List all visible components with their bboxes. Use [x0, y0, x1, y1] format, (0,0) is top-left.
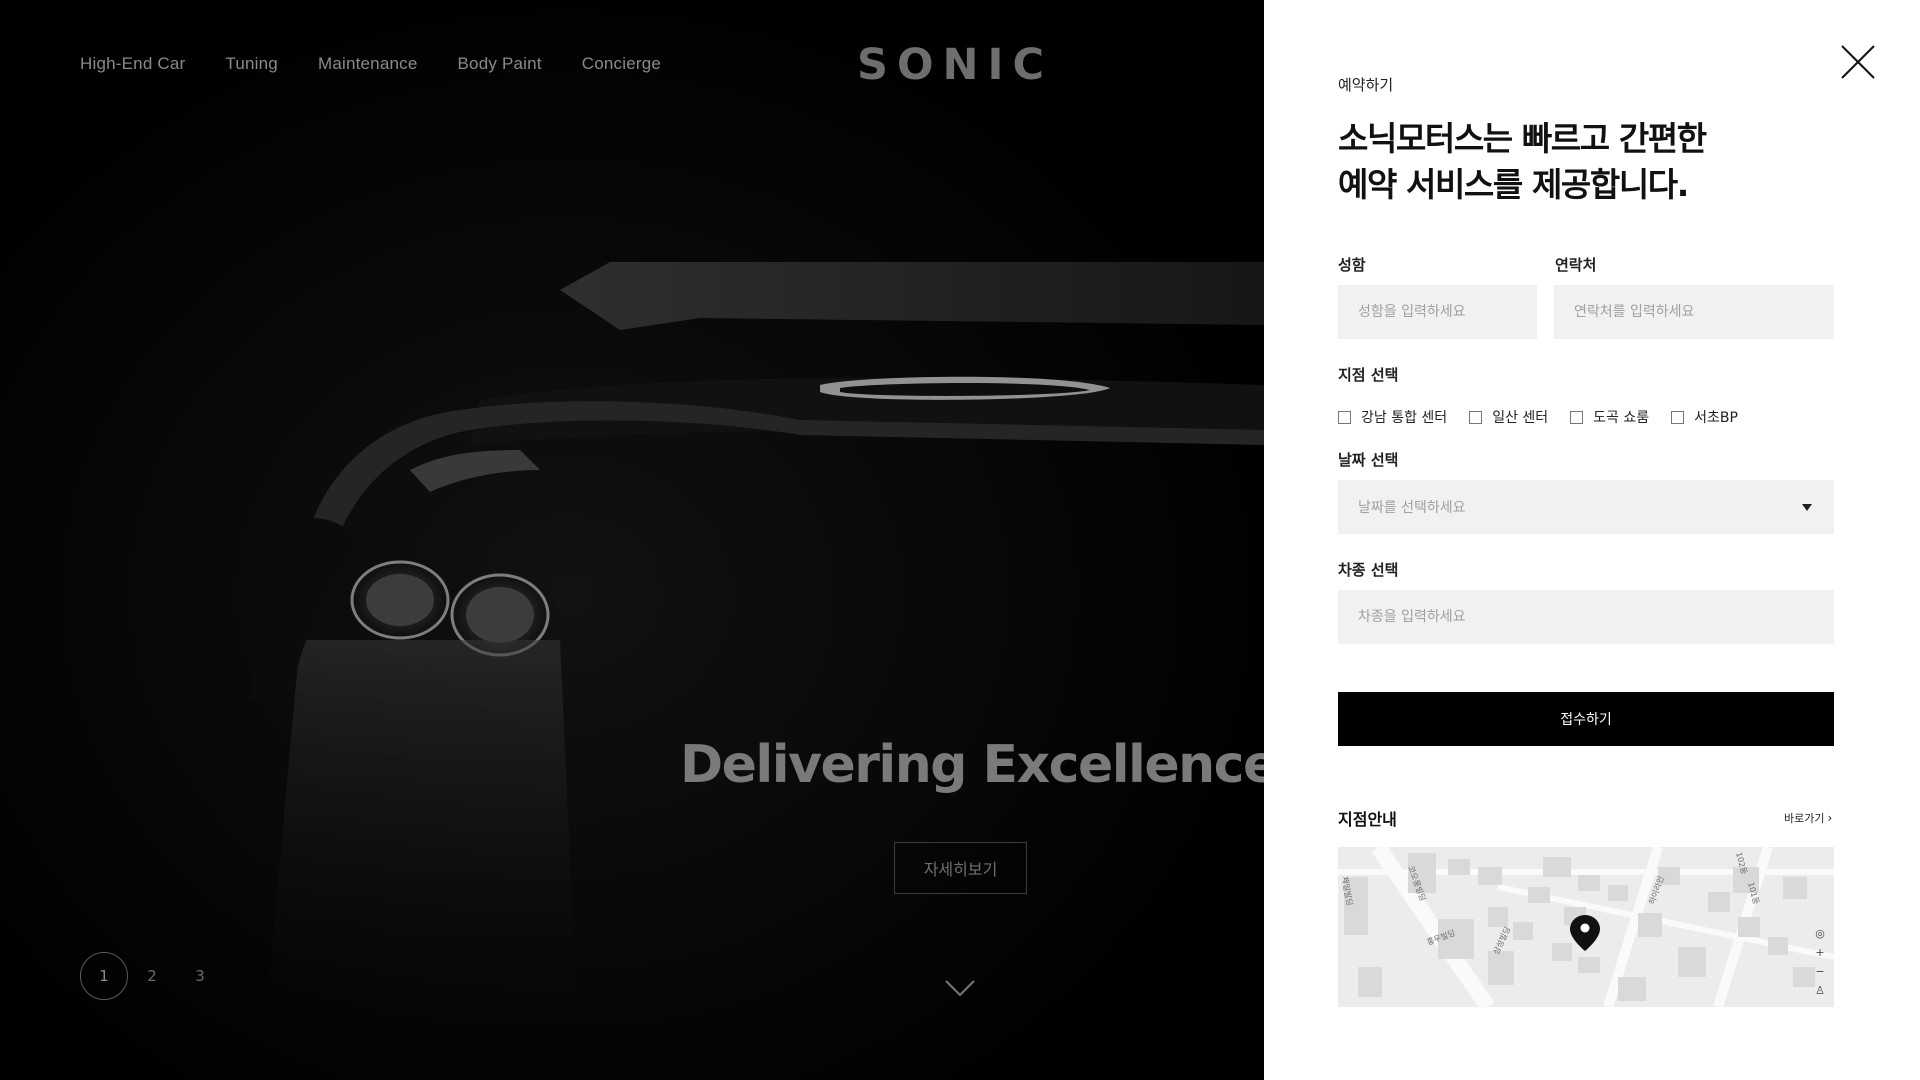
- hero-section: High-End Car Tuning Maintenance Body Pai…: [0, 0, 1264, 1080]
- map-zoom-out-icon[interactable]: −: [1815, 965, 1824, 979]
- date-select-value: 날짜를 선택하세요: [1358, 500, 1466, 516]
- panel-eyebrow: 예약하기: [1338, 76, 1394, 94]
- date-label: 날짜 선택: [1338, 451, 1399, 469]
- checkbox[interactable]: [1338, 410, 1351, 424]
- pager-item-3[interactable]: 3: [176, 952, 224, 1000]
- branch-option-seocho[interactable]: 서초BP: [1671, 407, 1738, 427]
- hero-pager: 1 2 3: [80, 952, 224, 1000]
- branch-info-title: 지점안내: [1338, 810, 1397, 829]
- map-tiles: 102동 101동 홍우빌딩 하이라인 삼성빌딩 코오롱빌딩 제일빌딩: [1338, 847, 1834, 1007]
- caret-down-icon: [1802, 503, 1812, 511]
- date-select[interactable]: 날짜를 선택하세요: [1338, 480, 1834, 534]
- nav-item-body-paint[interactable]: Body Paint: [458, 54, 542, 74]
- scroll-down-icon[interactable]: [944, 978, 976, 998]
- nav-item-tuning[interactable]: Tuning: [225, 54, 278, 74]
- car-label: 차종 선택: [1338, 561, 1399, 579]
- main-nav: High-End Car Tuning Maintenance Body Pai…: [80, 54, 661, 74]
- name-label: 성함: [1338, 256, 1366, 274]
- nav-item-high-end-car[interactable]: High-End Car: [80, 54, 185, 74]
- branch-option-dogok[interactable]: 도곡 쇼룸: [1570, 407, 1649, 427]
- close-icon[interactable]: [1840, 44, 1876, 80]
- branch-label: 지점 선택: [1338, 366, 1399, 384]
- map-street-view-icon[interactable]: ♙: [1815, 984, 1825, 998]
- phone-input[interactable]: [1554, 285, 1834, 339]
- more-button[interactable]: 자세히보기: [894, 842, 1027, 894]
- brand-logo[interactable]: SONIC: [857, 40, 1063, 90]
- panel-title-line-1: 소닉모터스는 빠르고 간편한: [1338, 119, 1707, 158]
- branch-info-link[interactable]: 바로가기 ›: [1784, 810, 1832, 826]
- map-controls: ◎ + − ♙: [1812, 927, 1828, 998]
- branch-option-gangnam[interactable]: 강남 통합 센터: [1338, 407, 1447, 427]
- checkbox[interactable]: [1469, 410, 1483, 424]
- branch-option-ilsan[interactable]: 일산 센터: [1469, 407, 1548, 427]
- submit-button[interactable]: 접수하기: [1338, 692, 1834, 746]
- checkbox[interactable]: [1570, 410, 1584, 424]
- checkbox[interactable]: [1671, 410, 1685, 424]
- map-locate-icon[interactable]: ◎: [1815, 927, 1825, 941]
- car-input[interactable]: [1338, 590, 1834, 644]
- branch-checkboxes: 강남 통합 센터 일산 센터 도곡 쇼룸 서초BP: [1338, 407, 1760, 427]
- hero-car-image: [0, 0, 1264, 1080]
- nav-item-maintenance[interactable]: Maintenance: [318, 54, 418, 74]
- name-input[interactable]: [1338, 285, 1537, 339]
- chevron-right-icon: ›: [1827, 811, 1833, 825]
- pager-item-1[interactable]: 1: [80, 952, 128, 1000]
- branch-map[interactable]: 102동 101동 홍우빌딩 하이라인 삼성빌딩 코오롱빌딩 제일빌딩 ◎ + …: [1338, 847, 1834, 1007]
- panel-title: 소닉모터스는 빠르고 간편한 예약 서비스를 제공합니다.: [1338, 116, 1707, 208]
- hero-headline: Delivering Excellence: [680, 735, 1264, 795]
- nav-item-concierge[interactable]: Concierge: [582, 54, 661, 74]
- map-zoom-in-icon[interactable]: +: [1815, 946, 1824, 960]
- phone-label: 연락처: [1555, 256, 1597, 274]
- pager-item-2[interactable]: 2: [128, 952, 176, 1000]
- panel-title-line-2: 예약 서비스를 제공합니다.: [1338, 165, 1689, 204]
